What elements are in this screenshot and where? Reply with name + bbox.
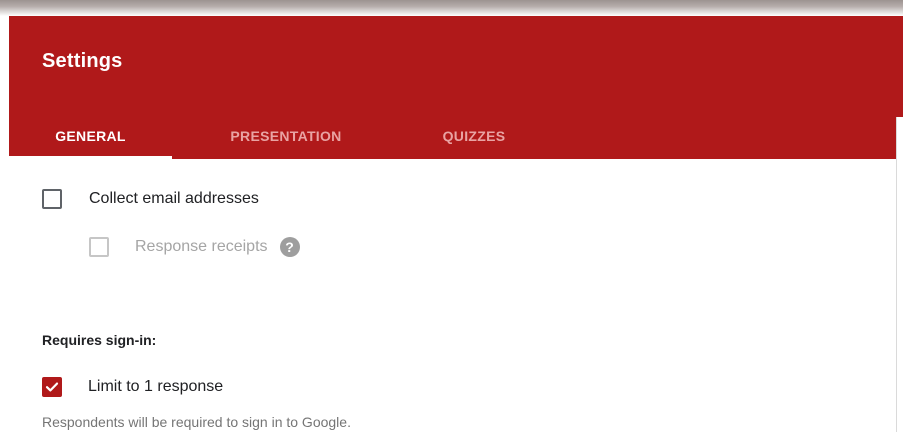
backdrop-strip <box>0 0 903 16</box>
limit-response-hint: Respondents will be required to sign in … <box>42 414 351 430</box>
limit-response-row[interactable]: Limit to 1 response <box>42 377 223 397</box>
page: Settings GENERAL PRESENTATION QUIZZES Co… <box>0 0 903 432</box>
tab-quizzes-label: QUIZZES <box>442 127 506 144</box>
response-receipts-label: Response receipts <box>135 238 268 255</box>
general-settings-panel: Collect email addresses Response receipt… <box>9 159 903 432</box>
tab-presentation[interactable]: PRESENTATION <box>195 112 377 159</box>
dialog-title: Settings <box>42 50 123 72</box>
limit-response-checkbox[interactable] <box>42 377 62 397</box>
tab-quizzes[interactable]: QUIZZES <box>419 112 529 159</box>
sign-in-heading: Requires sign-in: <box>42 332 157 348</box>
collect-email-row[interactable]: Collect email addresses <box>42 189 259 209</box>
backdrop-shade <box>0 0 903 16</box>
response-receipts-row: Response receipts ? <box>89 237 300 257</box>
tab-general-label: GENERAL <box>55 127 126 144</box>
collect-email-label: Collect email addresses <box>89 190 259 207</box>
tab-general[interactable]: GENERAL <box>9 112 172 159</box>
limit-response-label: Limit to 1 response <box>88 378 224 395</box>
checkmark-icon <box>45 382 59 392</box>
response-receipts-checkbox <box>89 237 109 257</box>
tab-presentation-label: PRESENTATION <box>230 127 342 144</box>
dialog-header: Settings GENERAL PRESENTATION QUIZZES <box>9 16 903 159</box>
help-circle-icon[interactable]: ? <box>279 237 300 257</box>
tab-bar: GENERAL PRESENTATION QUIZZES <box>9 112 903 159</box>
collect-email-checkbox[interactable] <box>42 189 62 209</box>
settings-dialog: Settings GENERAL PRESENTATION QUIZZES Co… <box>9 16 903 432</box>
